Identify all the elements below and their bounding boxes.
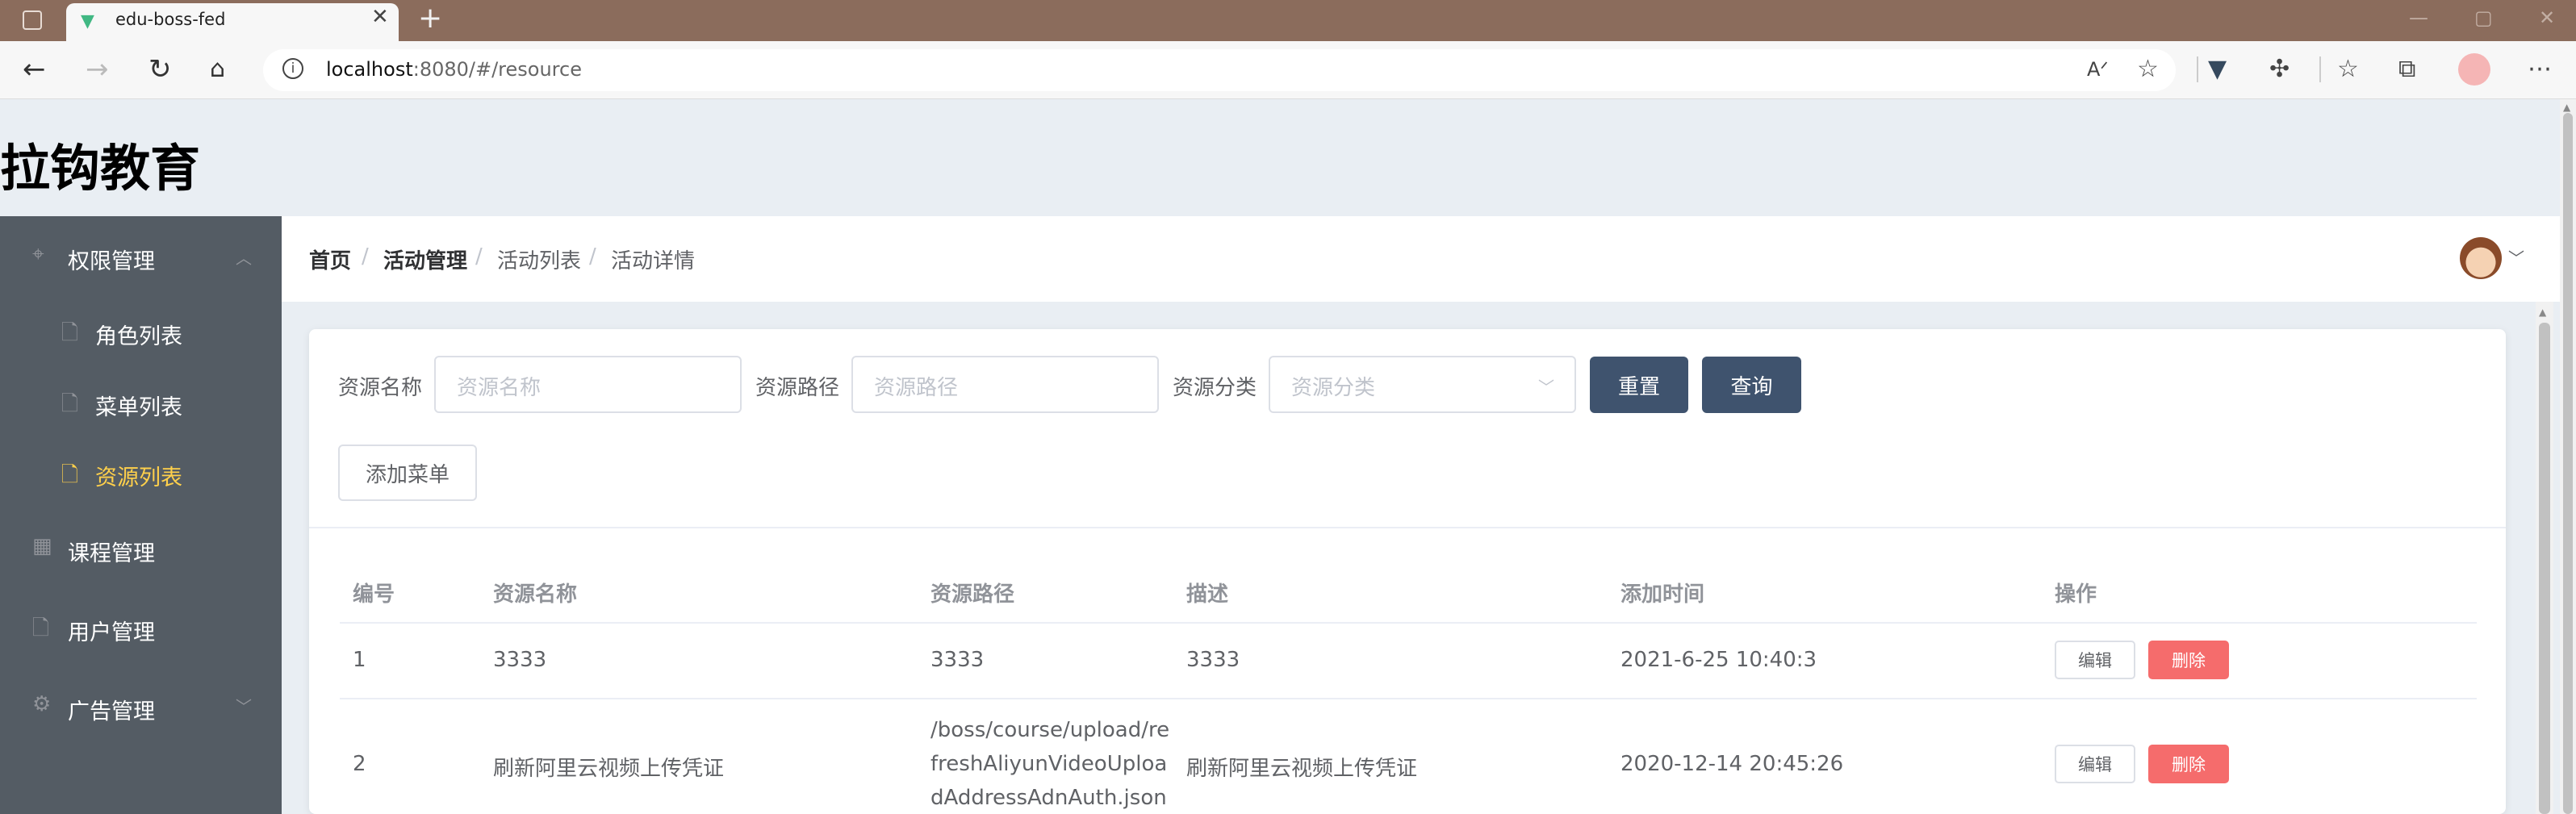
sidebar-item-label: 角色列表 (95, 324, 182, 349)
table-header-actions: 操作 (2055, 582, 2097, 607)
cell-id: 1 (353, 648, 366, 672)
scroll-up-icon[interactable]: ▲ (2563, 102, 2570, 113)
breadcrumb-item-activity-list: 活动列表 (497, 249, 582, 273)
home-icon[interactable]: ⌂ (210, 55, 225, 83)
table-header-desc: 描述 (1186, 582, 1229, 607)
cell-path-line: freshAliyunVideoUploa (930, 752, 1168, 776)
avatar[interactable] (2460, 237, 2502, 279)
breadcrumb-separator: / (362, 244, 369, 269)
chevron-up-icon: ︿ (236, 248, 252, 268)
sidebar-item-label: 菜单列表 (95, 395, 182, 420)
edit-button[interactable]: 编辑 (2055, 745, 2135, 783)
content-scrollbar-thumb[interactable] (2539, 323, 2550, 814)
cell-path-line: dAddressAdnAuth.json (930, 786, 1167, 810)
resource-name-placeholder: 资源名称 (457, 376, 542, 400)
window-close-icon[interactable]: ✕ (2539, 6, 2555, 29)
profile-icon[interactable] (2458, 53, 2490, 86)
document-icon: 🗋 (61, 463, 78, 487)
app-header (0, 99, 2576, 216)
breadcrumb-item-home[interactable]: 首页 (309, 244, 351, 274)
table-header-time: 添加时间 (1620, 582, 1705, 607)
breadcrumb-separator: / (475, 244, 483, 269)
resource-path-placeholder: 资源路径 (874, 376, 959, 400)
sidebar-item-label: 广告管理 (68, 699, 155, 724)
cell-desc: 3333 (1186, 648, 1240, 672)
delete-button[interactable]: 删除 (2148, 745, 2229, 783)
info-icon[interactable]: i (282, 58, 303, 79)
location-icon: ⌖ (32, 242, 44, 266)
maximize-icon[interactable]: ▢ (2474, 6, 2493, 29)
back-icon[interactable]: ← (23, 53, 46, 86)
page-scrollbar-thumb[interactable] (2563, 113, 2573, 814)
favorites-icon[interactable]: ☆ (2337, 55, 2359, 83)
collections-icon[interactable]: ⧉ (2398, 55, 2415, 83)
card-divider (309, 527, 2506, 528)
cell-time: 2020-12-14 20:45:26 (1620, 752, 1844, 776)
minimize-icon[interactable]: — (2409, 6, 2428, 29)
resource-path-label: 资源路径 (755, 376, 840, 400)
grid-icon: ▦ (32, 534, 52, 558)
resource-category-placeholder: 资源分类 (1291, 376, 1376, 400)
forward-icon[interactable]: → (86, 53, 109, 86)
table-header-name: 资源名称 (493, 582, 578, 607)
cell-time: 2021-6-25 10:40:3 (1620, 648, 1817, 672)
gear-icon: ⚙ (32, 692, 52, 716)
sidebar-item-label: 课程管理 (68, 541, 155, 566)
sidebar-item-label: 权限管理 (68, 249, 155, 274)
resource-name-label: 资源名称 (338, 376, 423, 400)
chevron-down-icon: ﹀ (236, 697, 252, 716)
breadcrumb-item-activity-detail: 活动详情 (611, 249, 696, 273)
url-text[interactable]: localhost:8080/#/resource (326, 58, 582, 81)
tab-close-icon[interactable]: ✕ (371, 5, 389, 29)
scroll-up-icon[interactable]: ▲ (2539, 307, 2546, 318)
document-icon: 🗋 (61, 392, 78, 416)
chevron-down-icon[interactable]: ﹀ (2508, 245, 2524, 269)
tab-title: edu-boss-fed (115, 10, 226, 29)
read-aloud-icon[interactable]: Aᐟ (2087, 58, 2109, 81)
new-tab-icon[interactable]: + (418, 2, 442, 35)
resource-category-label: 资源分类 (1173, 376, 1257, 400)
cell-desc: 刷新阿里云视频上传凭证 (1186, 757, 1418, 781)
vue-devtools-icon[interactable]: ▼ (2208, 55, 2227, 83)
breadcrumb-separator: / (589, 244, 596, 269)
vue-favicon-icon: ▼ (81, 11, 94, 31)
app-logo: 拉钩教育 (0, 139, 201, 198)
table-header-id: 编号 (353, 582, 395, 607)
document-icon: 🗋 (32, 616, 49, 641)
chevron-down-icon: ﹀ (1538, 378, 1554, 397)
add-menu-button[interactable]: 添加菜单 (338, 445, 477, 501)
query-button[interactable]: 查询 (1702, 357, 1801, 413)
toolbar-divider (2319, 56, 2321, 82)
extensions-icon[interactable]: ✣ (2269, 55, 2290, 83)
edit-button[interactable]: 编辑 (2055, 641, 2135, 679)
reset-button[interactable]: 重置 (1590, 357, 1688, 413)
toolbar-divider (2197, 56, 2198, 82)
delete-button[interactable]: 删除 (2148, 641, 2229, 679)
breadcrumb-item-activity-management[interactable]: 活动管理 (383, 244, 467, 274)
cell-name: 刷新阿里云视频上传凭证 (493, 757, 725, 781)
sidebar-item-label: 用户管理 (68, 620, 155, 645)
more-icon[interactable]: ⋯ (2528, 55, 2552, 83)
tab-actions-icon[interactable] (23, 10, 42, 30)
cell-path: 3333 (930, 648, 985, 672)
favorite-add-icon[interactable]: ☆ (2137, 55, 2159, 83)
table-header-path: 资源路径 (930, 582, 1015, 607)
cell-name: 3333 (493, 648, 547, 672)
document-icon: 🗋 (61, 321, 78, 345)
cell-path-line: /boss/course/upload/re (930, 718, 1170, 742)
cell-id: 2 (353, 752, 366, 776)
sidebar-item-label: 资源列表 (95, 465, 182, 490)
refresh-icon[interactable]: ↻ (148, 53, 172, 86)
